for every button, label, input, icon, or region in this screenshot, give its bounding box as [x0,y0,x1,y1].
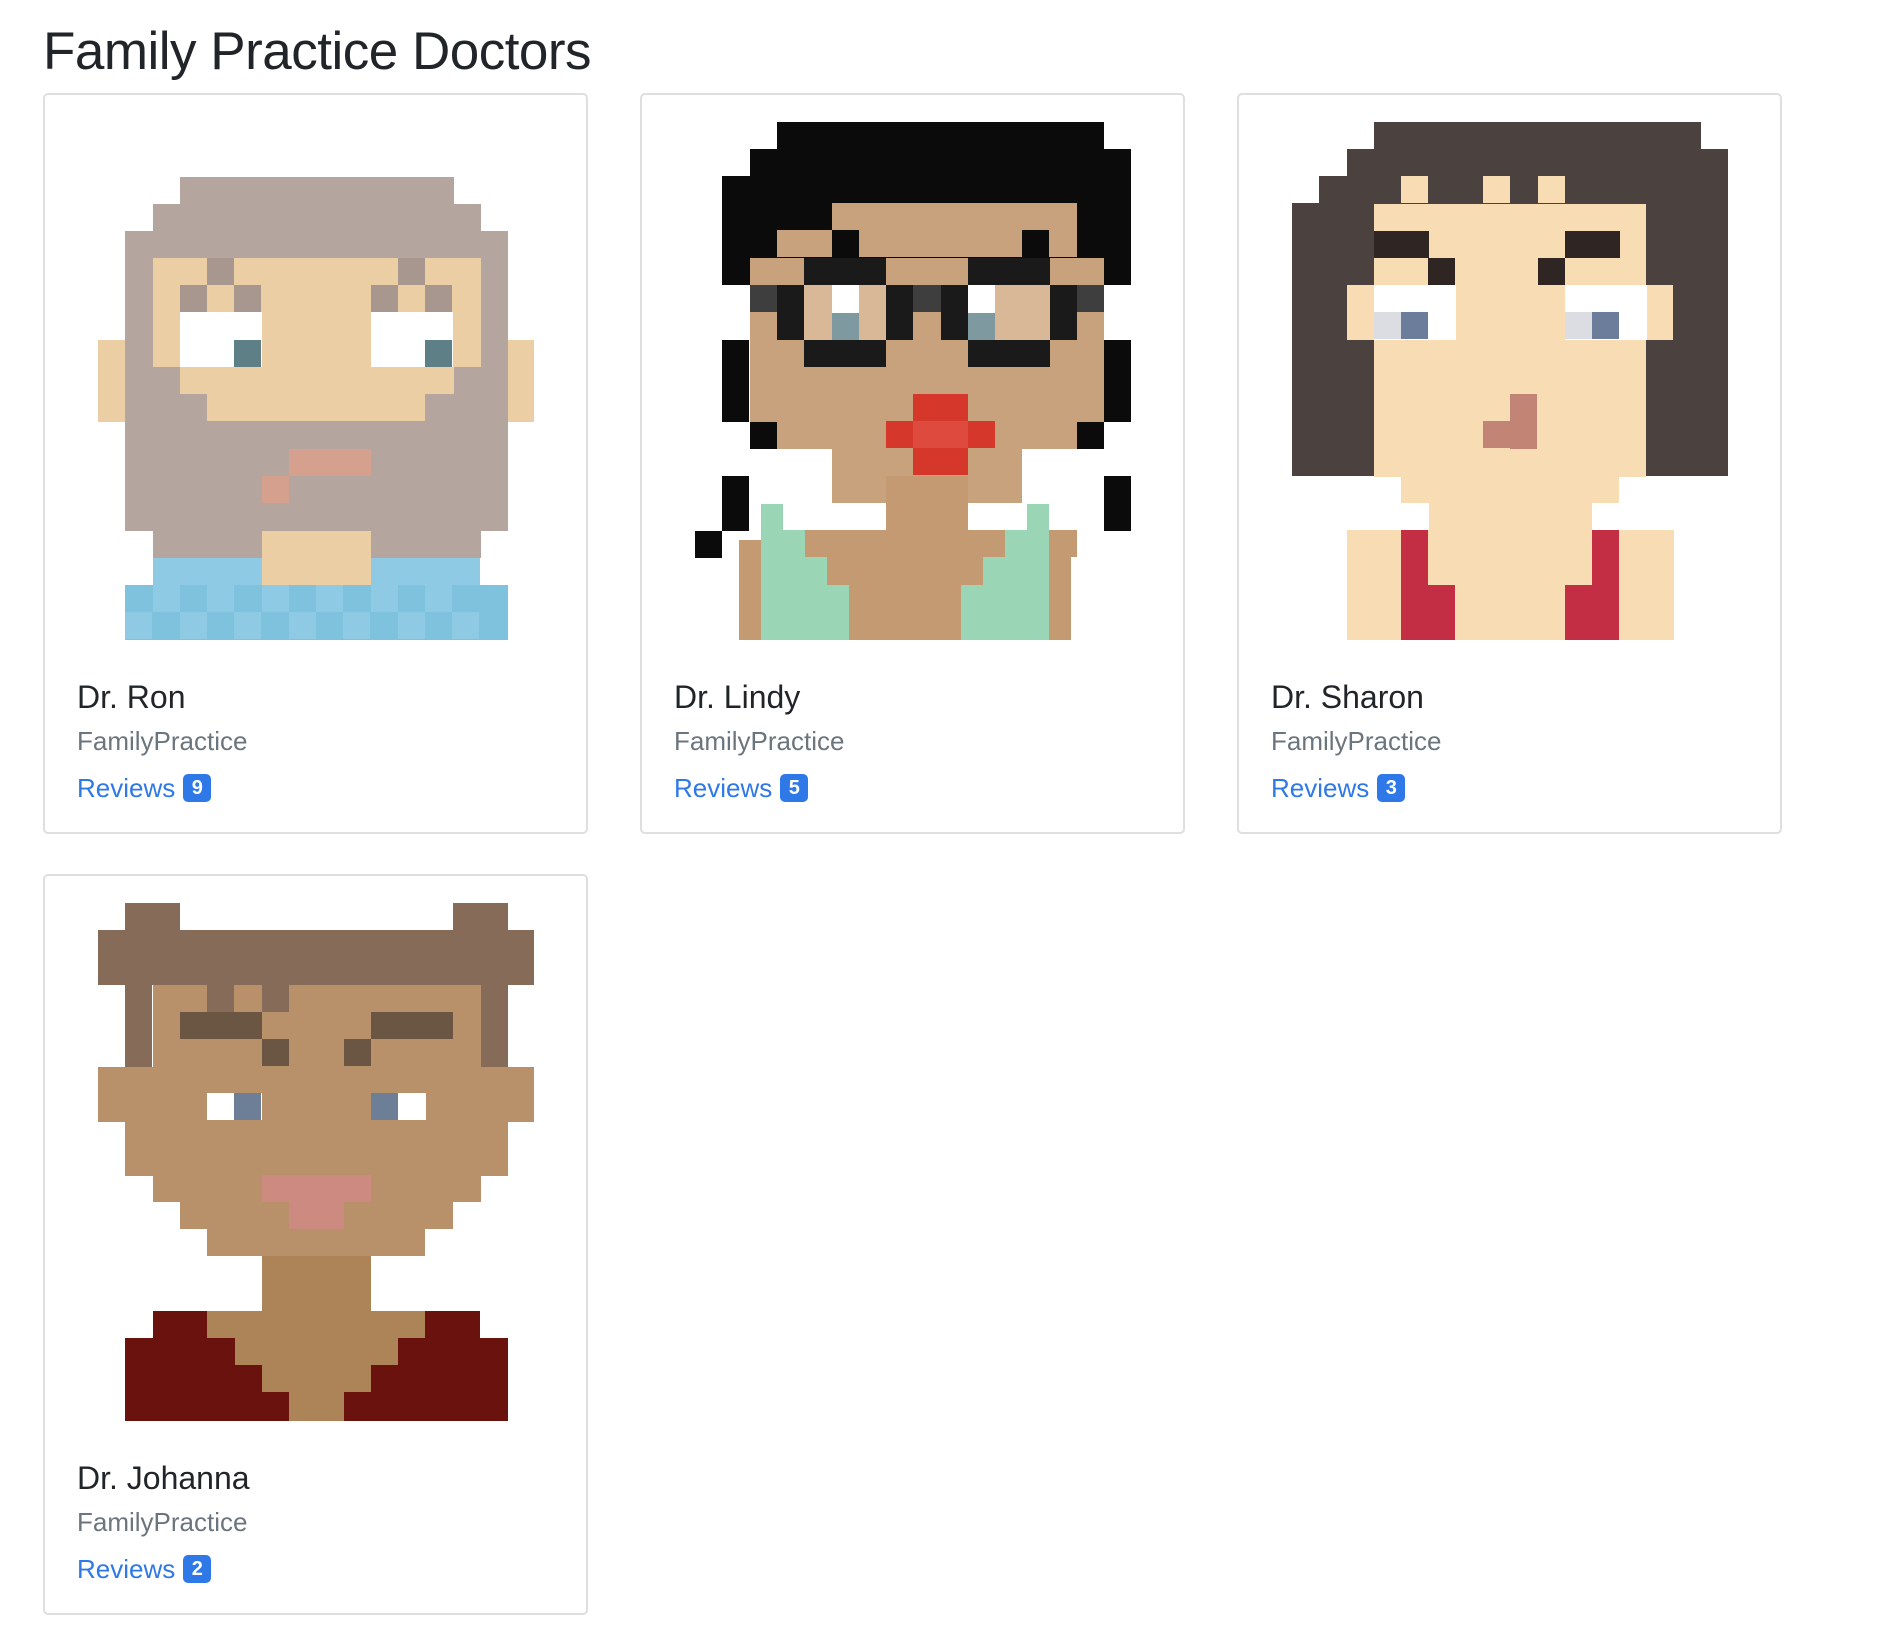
doctor-specialty: FamilyPractice [674,726,845,756]
card-body: Dr. Lindy FamilyPractice Reviews 5 [674,677,1163,805]
card-body: Dr. Johanna FamilyPractice Reviews 2 [77,1458,566,1586]
reviews-link[interactable]: Reviews 5 [674,771,809,805]
reviews-label: Reviews [77,773,176,803]
review-count-badge: 2 [183,1555,212,1583]
review-count-badge: 5 [780,774,809,802]
doctor-card: Dr. Ron FamilyPractice Reviews 9 [43,93,588,834]
page-title: Family Practice Doctors [43,22,592,81]
reviews-label: Reviews [77,1554,176,1584]
reviews-link[interactable]: Reviews 2 [77,1552,212,1586]
doctor-specialty: FamilyPractice [1271,726,1442,756]
bearded-man-avatar-icon [98,177,534,640]
reviews-link[interactable]: Reviews 9 [77,771,212,805]
doctor-card: Dr. Sharon FamilyPractice Reviews 3 [1237,93,1782,834]
doctor-specialty: FamilyPractice [77,1507,248,1537]
reviews-link[interactable]: Reviews 3 [1271,771,1406,805]
doctor-card: Dr. Johanna FamilyPractice Reviews 2 [43,874,588,1615]
doctor-name: Dr. Johanna [77,1460,250,1496]
doctor-name: Dr. Lindy [674,679,801,715]
doctor-specialty: FamilyPractice [77,726,248,756]
doctor-name: Dr. Sharon [1271,679,1424,715]
short-haired-avatar-icon [98,903,534,1421]
review-count-badge: 9 [183,774,212,802]
woman-with-glasses-avatar-icon [695,122,1131,640]
doctor-card: Dr. Lindy FamilyPractice Reviews 5 [640,93,1185,834]
review-count-badge: 3 [1377,774,1406,802]
card-body: Dr. Sharon FamilyPractice Reviews 3 [1271,677,1760,805]
long-haired-woman-avatar-icon [1292,122,1728,640]
page: Family Practice Doctors Dr. Ron FamilyPr… [0,0,1900,1632]
reviews-label: Reviews [674,773,773,803]
card-body: Dr. Ron FamilyPractice Reviews 9 [77,677,566,805]
doctor-name: Dr. Ron [77,679,186,715]
reviews-label: Reviews [1271,773,1370,803]
